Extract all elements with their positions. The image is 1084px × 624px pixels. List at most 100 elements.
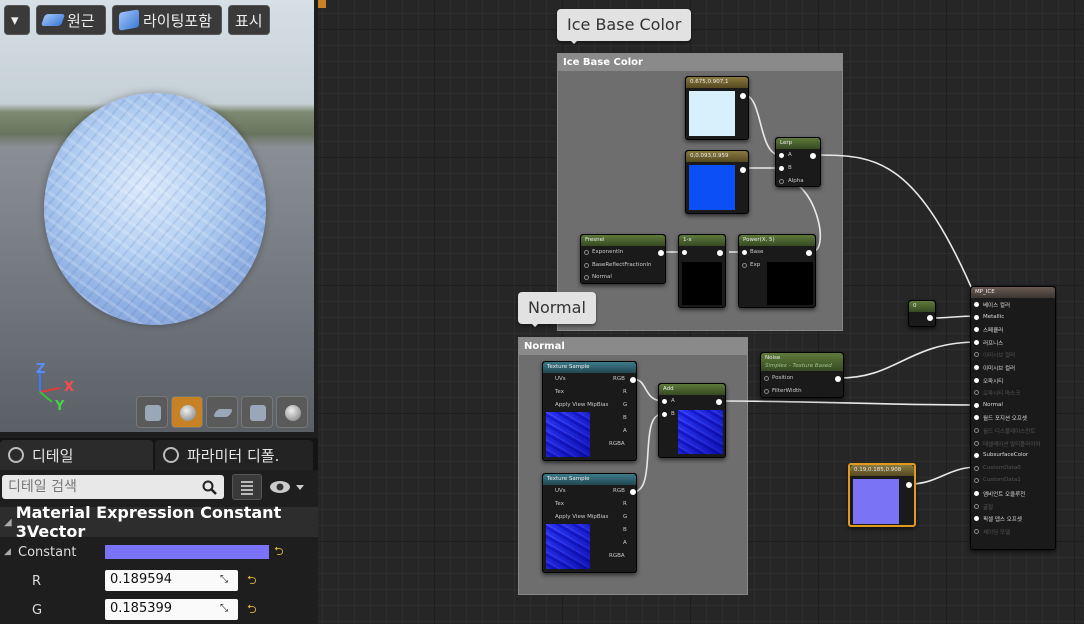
material-graph-canvas[interactable]: Ice Base Color Ice Base Color Normal Nor… xyxy=(318,0,1084,624)
node-texture-sample-2[interactable]: Texture Sample UVs Tex Apply View MipBia… xyxy=(542,473,637,573)
result-pin-label: 오파시티 xyxy=(983,378,1004,385)
details-search-input[interactable] xyxy=(2,475,224,499)
details-tab-bar: 디테일 파라미터 디폴. xyxy=(0,438,318,470)
node-constant3vector-3[interactable]: 0.19,0.185,0.908 xyxy=(848,463,916,527)
node-preview xyxy=(682,262,722,305)
result-pin-label: CustomData1 xyxy=(983,477,1021,484)
node-material-result[interactable]: MP_ICE 베이스 컬러 Metallic 스페큘러 러프니스 이미시브 컬러 이미시브… xyxy=(970,286,1056,550)
reset-to-default-icon[interactable]: ⮌ xyxy=(274,542,284,563)
node-title: Texture Sample xyxy=(543,362,636,373)
visibility-options-button[interactable] xyxy=(268,474,310,500)
input-pin[interactable] xyxy=(974,339,979,345)
tab-details[interactable]: 디테일 xyxy=(0,440,153,470)
output-pin-rgb[interactable] xyxy=(630,489,636,495)
input-pin-filterwidth[interactable] xyxy=(764,389,769,394)
preview-plane-button[interactable] xyxy=(206,396,238,428)
output-pin[interactable] xyxy=(716,399,722,405)
result-pin-label: 베이스 컬러 xyxy=(983,303,1011,309)
output-pin[interactable] xyxy=(927,315,933,321)
output-pin-rgb[interactable] xyxy=(630,377,636,383)
g-value-input[interactable]: 0.185399 xyxy=(105,599,238,620)
preview-cube-button[interactable] xyxy=(241,396,273,428)
input-pin-position[interactable] xyxy=(764,376,769,381)
node-title: 0,0.093,0.959 xyxy=(686,151,748,162)
output-pin[interactable] xyxy=(835,376,841,382)
output-pin[interactable] xyxy=(906,482,912,488)
node-lerp[interactable]: Lerp A B Alpha xyxy=(775,137,821,187)
node-fresnel[interactable]: Fresnel ExponentIn BaseReflectFractionIn… xyxy=(580,234,666,284)
input-pin[interactable] xyxy=(974,402,979,408)
texture-preview xyxy=(546,524,590,569)
details-search-row xyxy=(0,472,318,504)
input-pin[interactable] xyxy=(974,428,979,433)
output-pin[interactable] xyxy=(717,250,723,256)
lit-mode-button[interactable]: 라이팅포함 xyxy=(112,5,222,35)
r-label: R xyxy=(32,573,42,589)
property-matrix-button[interactable] xyxy=(232,474,262,500)
input-pin[interactable] xyxy=(974,440,979,446)
drag-handle-icon[interactable]: ⤡ xyxy=(220,574,228,585)
cube-icon xyxy=(250,405,266,421)
result-pin-label: 오파시티 마스크 xyxy=(983,391,1021,398)
preview-cylinder-button[interactable] xyxy=(136,396,168,428)
input-pin[interactable] xyxy=(974,314,979,320)
input-pin[interactable] xyxy=(682,250,687,255)
input-pin[interactable] xyxy=(974,491,979,496)
input-pin-a[interactable] xyxy=(779,153,784,158)
node-constant-0[interactable]: 0 xyxy=(908,300,936,327)
material-preview-viewport[interactable]: ▾ 원근 라이팅포함 표시 Z X Y xyxy=(0,0,314,432)
input-pin[interactable] xyxy=(974,390,979,396)
input-pin-alpha[interactable] xyxy=(779,179,784,184)
input-pin-b[interactable] xyxy=(662,412,667,417)
constant-color-swatch[interactable] xyxy=(105,545,269,559)
output-pin[interactable] xyxy=(810,153,816,159)
node-constant3vector-1[interactable]: 0.675,0.907,1 xyxy=(685,76,749,140)
input-pin-a[interactable] xyxy=(662,399,667,404)
input-pin[interactable] xyxy=(974,415,979,421)
preview-teapot-button[interactable] xyxy=(276,396,308,428)
input-pin[interactable] xyxy=(584,263,589,268)
input-pin[interactable] xyxy=(974,503,979,509)
details-section-header[interactable]: ◢ Material Expression Constant 3Vector xyxy=(0,503,318,541)
output-pin[interactable] xyxy=(658,250,664,256)
node-power[interactable]: Power(X, 5) Base Exp xyxy=(738,234,816,308)
node-add[interactable]: Add A B xyxy=(658,383,726,458)
input-pin[interactable] xyxy=(974,365,979,370)
input-pin[interactable] xyxy=(974,453,979,459)
input-pin-base[interactable] xyxy=(742,250,747,255)
node-texture-sample-1[interactable]: Texture Sample UVs Tex Apply View MipBia… xyxy=(542,361,637,461)
input-pin[interactable] xyxy=(974,377,979,383)
color-preview xyxy=(689,91,735,136)
output-pin[interactable] xyxy=(740,167,746,173)
input-pin[interactable] xyxy=(584,275,589,280)
node-constant3vector-2[interactable]: 0,0.093,0.959 xyxy=(685,150,749,214)
r-property-row: R 0.189594 ⤡ ⮌ xyxy=(0,567,318,595)
node-one-minus[interactable]: 1-x xyxy=(678,234,726,308)
input-pin[interactable] xyxy=(974,327,979,333)
output-pin[interactable] xyxy=(806,250,812,256)
result-pin-label: 앰비언트 오클루전 xyxy=(983,492,1026,498)
input-pin[interactable] xyxy=(974,516,979,522)
reset-to-default-icon[interactable]: ⮌ xyxy=(247,600,257,621)
input-pin[interactable] xyxy=(584,250,589,255)
output-pin[interactable] xyxy=(740,93,746,99)
node-noise[interactable]: Noise Simplex - Texture Based Position Fi… xyxy=(760,352,844,398)
perspective-button[interactable]: 원근 xyxy=(36,5,106,35)
preview-sphere-button[interactable] xyxy=(171,396,203,428)
input-pin[interactable] xyxy=(974,352,979,358)
result-pin-label: 러프니스 xyxy=(983,340,1004,347)
input-pin-b[interactable] xyxy=(779,166,784,171)
input-pin[interactable] xyxy=(974,528,979,534)
input-pin[interactable] xyxy=(974,302,979,307)
show-button[interactable]: 표시 xyxy=(228,5,270,35)
input-pin-exp[interactable] xyxy=(742,263,747,268)
viewport-options-dropdown[interactable]: ▾ xyxy=(4,5,30,35)
r-value-input[interactable]: 0.189594 xyxy=(105,570,238,591)
input-pin[interactable] xyxy=(974,465,979,471)
tab-parameter-defaults[interactable]: 파라미터 디폴. xyxy=(155,440,313,470)
drag-handle-icon[interactable]: ⤡ xyxy=(220,603,228,614)
reset-to-default-icon[interactable]: ⮌ xyxy=(247,571,257,592)
node-title: 0.675,0.907,1 xyxy=(686,77,748,88)
input-pin[interactable] xyxy=(974,478,979,484)
search-icon xyxy=(202,480,217,495)
